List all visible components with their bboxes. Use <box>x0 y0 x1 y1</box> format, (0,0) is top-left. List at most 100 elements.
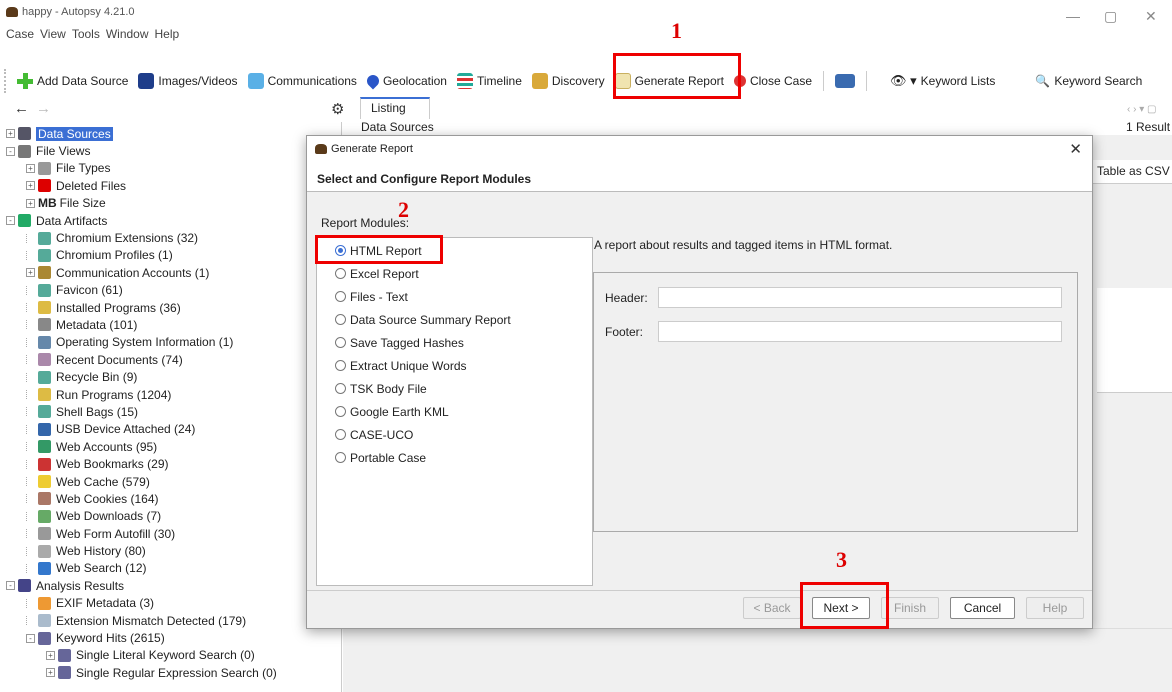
expand-toggle-icon[interactable]: - <box>6 581 15 591</box>
keyword-lists-button[interactable]: 👁 ▾ Keyword Lists <box>885 67 1000 95</box>
radio-button-icon[interactable] <box>335 337 346 348</box>
tree-item[interactable]: Web Bookmarks (29) <box>0 455 341 472</box>
tree-item[interactable]: + Data Sources <box>0 125 341 142</box>
menu-view[interactable]: View <box>40 27 66 41</box>
report-module-option[interactable]: Excel Report <box>317 262 592 285</box>
tree-item[interactable]: + MB File Size <box>0 195 341 212</box>
forward-arrow-icon[interactable]: → <box>36 100 51 117</box>
tree-item[interactable]: Web Search (12) <box>0 560 341 577</box>
tree-node-icon <box>38 475 51 488</box>
tree-item[interactable]: + Single Literal Keyword Search (0) <box>0 647 341 664</box>
tree-item-label: Favicon (61) <box>56 283 123 298</box>
close-icon[interactable]: ✕ <box>1069 140 1082 158</box>
expand-toggle-icon[interactable]: + <box>26 198 35 208</box>
tree-item[interactable]: Web Accounts (95) <box>0 438 341 455</box>
tab-listing[interactable]: Listing <box>360 97 430 119</box>
images-videos-button[interactable]: Images/Videos <box>133 67 242 95</box>
tree-item[interactable]: Web Cache (579) <box>0 473 341 490</box>
tree-item[interactable]: - Data Artifacts <box>0 212 341 229</box>
tree-item[interactable]: Metadata (101) <box>0 316 341 333</box>
back-button[interactable]: < Back <box>743 597 801 619</box>
expand-toggle-icon[interactable]: - <box>26 633 35 643</box>
geolocation-button[interactable]: Geolocation <box>362 67 452 95</box>
tree-item[interactable]: Chromium Extensions (32) <box>0 229 341 246</box>
communications-button[interactable]: Communications <box>243 67 362 95</box>
menu-tools[interactable]: Tools <box>72 27 100 41</box>
footer-field[interactable] <box>658 321 1062 342</box>
menu-help[interactable]: Help <box>155 27 180 41</box>
geolocation-label: Geolocation <box>382 74 447 88</box>
report-module-option[interactable]: Google Earth KML <box>317 400 592 423</box>
tree-item[interactable]: Installed Programs (36) <box>0 299 341 316</box>
expand-toggle-icon[interactable]: + <box>46 650 55 660</box>
close-window-button[interactable]: ✕ <box>1145 8 1157 25</box>
back-arrow-icon[interactable]: ← <box>14 100 29 117</box>
help-button[interactable]: Help <box>1026 597 1084 619</box>
restore-button[interactable]: ▢ <box>1104 8 1117 25</box>
expand-toggle-icon[interactable]: - <box>6 146 15 156</box>
tree-item[interactable]: Web History (80) <box>0 542 341 559</box>
radio-button-icon[interactable] <box>335 383 346 394</box>
cancel-button[interactable]: Cancel <box>950 597 1015 619</box>
tree-item-label: EXIF Metadata (3) <box>56 596 155 611</box>
tree-item[interactable]: Run Programs (1204) <box>0 386 341 403</box>
tree-item[interactable]: Operating System Information (1) <box>0 334 341 351</box>
header-field[interactable] <box>658 287 1062 308</box>
radio-button-icon[interactable] <box>335 314 346 325</box>
discovery-label: Discovery <box>551 74 605 88</box>
expand-toggle-icon[interactable]: + <box>26 268 35 278</box>
radio-button-icon[interactable] <box>335 429 346 440</box>
tree-item[interactable]: - Analysis Results <box>0 577 341 594</box>
pane-nav-icon[interactable]: ‹ › ▾ ▢ <box>1127 104 1156 115</box>
images-videos-label: Images/Videos <box>158 74 238 88</box>
report-module-option[interactable]: Extract Unique Words <box>317 354 592 377</box>
expand-toggle-icon[interactable]: + <box>26 181 35 191</box>
add-data-source-button[interactable]: Add Data Source <box>12 67 133 95</box>
radio-button-icon[interactable] <box>335 406 346 417</box>
tree-item[interactable]: Recent Documents (74) <box>0 351 341 368</box>
expand-toggle-icon[interactable]: + <box>6 129 15 139</box>
tree-item[interactable]: Web Downloads (7) <box>0 508 341 525</box>
expand-toggle-icon[interactable]: + <box>46 668 55 678</box>
discovery-button[interactable]: Discovery <box>527 67 610 95</box>
tree-item[interactable]: Chromium Profiles (1) <box>0 247 341 264</box>
report-module-option[interactable]: Portable Case <box>317 446 592 469</box>
timeline-button[interactable]: Timeline <box>452 67 527 95</box>
finish-button[interactable]: Finish <box>881 597 939 619</box>
tree-item-label: USB Device Attached (24) <box>56 422 196 437</box>
window-title-text: happy - Autopsy 4.21.0 <box>22 6 135 18</box>
tree-item[interactable]: + Single Regular Expression Search (0) <box>0 664 341 681</box>
expand-toggle-icon[interactable]: + <box>26 163 35 173</box>
radio-button-icon[interactable] <box>335 452 346 463</box>
report-module-option[interactable]: Files - Text <box>317 285 592 308</box>
tree-item[interactable]: + File Types <box>0 160 341 177</box>
tree-item[interactable]: - File Views <box>0 142 341 159</box>
tree-item[interactable]: Favicon (61) <box>0 282 341 299</box>
menu-window[interactable]: Window <box>106 27 149 41</box>
report-module-option[interactable]: Save Tagged Hashes <box>317 331 592 354</box>
report-module-option[interactable]: TSK Body File <box>317 377 592 400</box>
radio-button-icon[interactable] <box>335 291 346 302</box>
report-module-option[interactable]: Data Source Summary Report <box>317 308 592 331</box>
tree-item[interactable]: Shell Bags (15) <box>0 403 341 420</box>
radio-button-icon[interactable] <box>335 360 346 371</box>
report-module-option[interactable]: CASE-UCO <box>317 423 592 446</box>
tree-item[interactable]: Web Cookies (164) <box>0 490 341 507</box>
keyword-search-button[interactable]: 🔍 Keyword Search <box>1030 67 1147 95</box>
tree-item[interactable]: - Keyword Hits (2615) <box>0 629 341 646</box>
tree-item[interactable]: USB Device Attached (24) <box>0 421 341 438</box>
tree-item[interactable]: Recycle Bin (9) <box>0 368 341 385</box>
email-button[interactable] <box>830 67 860 95</box>
radio-button-icon[interactable] <box>335 268 346 279</box>
table-as-csv-button[interactable]: Table as CSV <box>1093 160 1172 184</box>
tree-item[interactable]: EXIF Metadata (3) <box>0 595 341 612</box>
tree-item[interactable]: Web Form Autofill (30) <box>0 525 341 542</box>
tree-item[interactable]: + Communication Accounts (1) <box>0 264 341 281</box>
tree-item[interactable]: + Deleted Files <box>0 177 341 194</box>
minimize-button[interactable]: — <box>1066 8 1080 24</box>
menu-case[interactable]: Case <box>6 27 34 41</box>
close-case-button[interactable]: Close Case <box>729 67 817 95</box>
tree-node-icon <box>38 301 51 315</box>
tree-item[interactable]: Extension Mismatch Detected (179) <box>0 612 341 629</box>
expand-toggle-icon[interactable]: - <box>6 216 15 226</box>
